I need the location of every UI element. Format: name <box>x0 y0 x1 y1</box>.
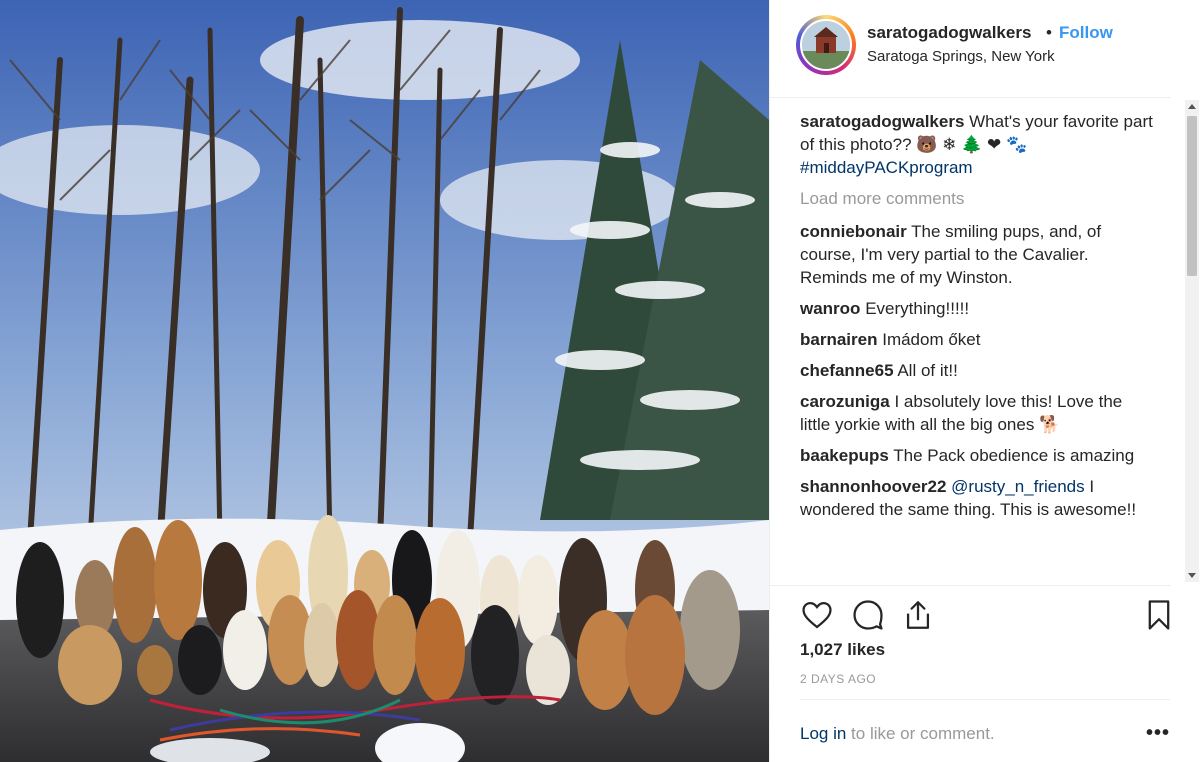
caption-username[interactable]: saratogadogwalkers <box>800 112 964 131</box>
divider <box>800 699 1170 700</box>
caption-hashtag[interactable]: #middayPACKprogram <box>800 158 973 177</box>
login-link[interactable]: Log in <box>800 724 846 743</box>
comment: barnairen Imádom őket <box>800 328 1155 351</box>
comment-text: Everything!!!!! <box>865 299 970 318</box>
comment-button[interactable] <box>851 598 885 632</box>
avatar-story-ring[interactable] <box>796 15 856 75</box>
comment: shannonhoover22 @rusty_n_friends I wonde… <box>800 475 1155 521</box>
comment-text: Imádom őket <box>882 330 981 349</box>
comment-username[interactable]: wanroo <box>800 299 860 318</box>
comment-icon <box>853 600 883 630</box>
comment-mention[interactable]: @rusty_n_friends <box>951 477 1085 496</box>
comment-username[interactable]: barnairen <box>800 330 877 349</box>
post-actions <box>800 598 1170 634</box>
post-location[interactable]: Saratoga Springs, New York <box>867 48 1055 65</box>
comments-scrollbar[interactable] <box>1185 100 1199 582</box>
scrollbar-thumb[interactable] <box>1187 116 1197 276</box>
like-button[interactable] <box>800 598 834 632</box>
comments-list[interactable]: saratogadogwalkers What's your favorite … <box>800 110 1155 585</box>
share-button[interactable] <box>901 598 935 632</box>
comment-username[interactable]: baakepups <box>800 446 889 465</box>
comment-text: The Pack obedience is amazing <box>893 446 1135 465</box>
comment: baakepups The Pack obedience is amazing <box>800 444 1155 467</box>
post-detail-panel: saratogadogwalkers • Follow Saratoga Spr… <box>769 0 1200 762</box>
post-header: saratogadogwalkers • Follow Saratoga Spr… <box>770 0 1171 98</box>
load-more-comments-button[interactable]: Load more comments <box>800 187 1155 210</box>
comment-username[interactable]: conniebonair <box>800 222 907 241</box>
login-prompt: Log in to like or comment. <box>800 724 995 744</box>
dogs-in-snow-image <box>0 0 769 762</box>
comment-username[interactable]: shannonhoover22 <box>800 477 946 496</box>
caption: saratogadogwalkers What's your favorite … <box>800 110 1155 179</box>
header-separator: • <box>1046 23 1052 42</box>
comment: wanroo Everything!!!!! <box>800 297 1155 320</box>
bookmark-icon <box>1148 600 1170 630</box>
comment: chefanne65 All of it!! <box>800 359 1155 382</box>
comment-text: All of it!! <box>897 361 958 380</box>
login-prompt-text: to like or comment. <box>846 724 995 743</box>
share-icon <box>906 601 930 629</box>
scroll-up-arrow-icon[interactable] <box>1188 104 1196 109</box>
post-photo[interactable] <box>0 0 769 762</box>
comment-username[interactable]: carozuniga <box>800 392 890 411</box>
comment: carozuniga I absolutely love this! Love … <box>800 390 1155 436</box>
avatar[interactable] <box>800 19 852 71</box>
post-timestamp[interactable]: 2 DAYS AGO <box>800 672 876 686</box>
post-author-username[interactable]: saratogadogwalkers <box>867 23 1031 43</box>
follow-button[interactable]: Follow <box>1059 23 1113 43</box>
save-button[interactable] <box>1142 598 1176 632</box>
comment: conniebonair The smiling pups, and, of c… <box>800 220 1155 289</box>
heart-icon <box>802 601 832 629</box>
divider <box>770 585 1171 586</box>
avatar-image <box>802 21 850 69</box>
scroll-down-arrow-icon[interactable] <box>1188 573 1196 578</box>
comment-username[interactable]: chefanne65 <box>800 361 894 380</box>
more-options-icon[interactable]: ••• <box>1146 722 1170 745</box>
likes-count[interactable]: 1,027 likes <box>800 640 885 660</box>
